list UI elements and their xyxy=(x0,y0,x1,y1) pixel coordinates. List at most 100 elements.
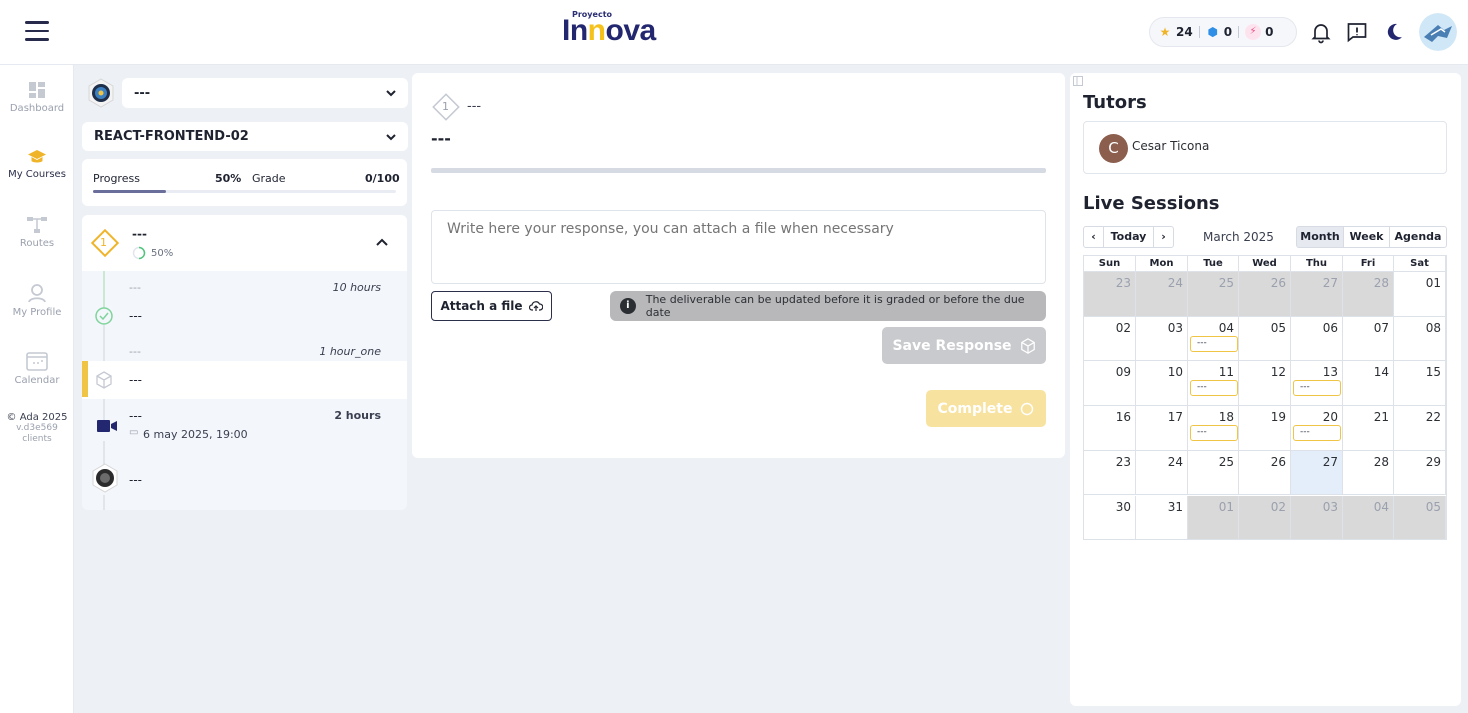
menu-icon[interactable] xyxy=(25,21,49,41)
calendar-day-cell[interactable]: 18 --- xyxy=(1188,406,1239,451)
calendar-day-cell[interactable]: 29 xyxy=(1394,450,1446,496)
calendar-day-cell[interactable]: 03 xyxy=(1136,316,1188,362)
sidebar-item-calendar[interactable]: Calendar xyxy=(0,351,74,386)
calendar-day-cell[interactable]: 04 xyxy=(1343,495,1394,541)
calendar-day-number: 16 xyxy=(1115,410,1131,425)
next-month-button[interactable]: › xyxy=(1153,226,1174,248)
calendar-day-cell[interactable]: 12 xyxy=(1239,361,1291,407)
calendar-day-cell[interactable]: 27 xyxy=(1291,450,1343,496)
calendar-day-cell[interactable]: 28 xyxy=(1343,450,1394,496)
today-button[interactable]: Today xyxy=(1103,226,1154,248)
calendar-day-cell[interactable]: 02 xyxy=(1084,316,1136,362)
list-item[interactable]: --- xyxy=(82,455,407,510)
course-select[interactable]: REACT-FRONTEND-02 xyxy=(82,122,408,151)
user-stats[interactable]: ★ 24 ⬢ 0 ⚡ 0 xyxy=(1149,17,1297,47)
bell-icon[interactable] xyxy=(1309,20,1333,44)
calendar-day-cell[interactable]: 24 xyxy=(1136,450,1188,496)
calendar-day-cell[interactable]: 05 xyxy=(1239,316,1291,362)
weekday-header: Thu xyxy=(1291,256,1343,272)
response-input[interactable] xyxy=(431,210,1046,284)
calendar-day-cell[interactable]: 22 xyxy=(1394,406,1446,451)
sidebar-item-dashboard[interactable]: Dashboard xyxy=(0,81,74,114)
calendar-day-number: 24 xyxy=(1167,276,1183,290)
calendar-day-cell[interactable]: 21 xyxy=(1343,406,1394,451)
calendar-day-cell[interactable]: 31 xyxy=(1136,495,1188,541)
calendar-day-number: 26 xyxy=(1270,454,1286,469)
calendar-day-cell[interactable]: 25 xyxy=(1188,272,1239,317)
calendar-day-cell[interactable]: 06 xyxy=(1291,316,1343,362)
dark-mode-icon[interactable] xyxy=(1382,20,1406,44)
view-month-button[interactable]: Month xyxy=(1296,226,1344,248)
dashboard-icon xyxy=(29,82,45,98)
calendar-day-cell[interactable]: 07 xyxy=(1343,316,1394,362)
energy-icon: ⚡ xyxy=(1245,24,1262,40)
attach-file-button[interactable]: Attach a file xyxy=(431,291,552,321)
calendar-day-number: 06 xyxy=(1322,320,1338,335)
weekday-header: Sat xyxy=(1394,256,1446,272)
calendar-day-cell[interactable]: 27 xyxy=(1291,272,1343,317)
calendar-day-cell[interactable]: 17 xyxy=(1136,406,1188,451)
group-select[interactable]: --- xyxy=(122,78,408,108)
calendar-event[interactable]: --- xyxy=(1190,425,1238,442)
info-banner: i The deliverable can be updated before … xyxy=(610,291,1046,321)
list-item[interactable]: --- 1 hour_one --- xyxy=(82,335,407,399)
tutor-card[interactable]: C Cesar Ticona xyxy=(1083,121,1447,174)
view-agenda-button[interactable]: Agenda xyxy=(1389,226,1447,248)
view-week-button[interactable]: Week xyxy=(1343,226,1390,248)
feedback-icon[interactable] xyxy=(1345,20,1369,44)
weekday-header: Mon xyxy=(1136,256,1188,272)
calendar-day-cell[interactable]: 08 xyxy=(1394,316,1446,362)
calendar-day-number: 21 xyxy=(1373,410,1389,425)
avatar[interactable] xyxy=(1419,13,1457,51)
calendar-day-cell[interactable]: 01 xyxy=(1394,272,1446,317)
module-percent: 50% xyxy=(151,248,174,259)
calendar-day-cell[interactable]: 04 --- xyxy=(1188,316,1239,362)
calendar-day-cell[interactable]: 26 xyxy=(1239,272,1291,317)
calendar-day-cell[interactable]: 01 xyxy=(1188,495,1239,541)
calendar-day-cell[interactable]: 11 --- xyxy=(1188,361,1239,407)
calendar-day-cell[interactable]: 02 xyxy=(1239,495,1291,541)
save-response-button[interactable]: Save Response xyxy=(882,327,1046,364)
chevron-up-icon[interactable] xyxy=(376,238,388,246)
list-item[interactable]: --- 10 hours --- xyxy=(82,271,407,335)
progress-ring-icon xyxy=(132,246,146,260)
calendar-day-cell[interactable]: 16 xyxy=(1084,406,1136,451)
calendar-day-cell[interactable]: 09 xyxy=(1084,361,1136,407)
calendar-event[interactable]: --- xyxy=(1293,425,1341,442)
calendar-day-cell[interactable]: 05 xyxy=(1394,495,1446,541)
prev-month-button[interactable]: ‹ xyxy=(1083,226,1104,248)
calendar-day-number: 12 xyxy=(1270,365,1286,380)
calendar-day-number: 25 xyxy=(1218,276,1234,290)
calendar-toolbar: ‹ Today › March 2025 Month Week Agenda xyxy=(1083,226,1447,248)
calendar-day-cell[interactable]: 14 xyxy=(1343,361,1394,407)
cube-icon xyxy=(1020,337,1035,354)
calendar-day-number: 11 xyxy=(1218,365,1234,380)
calendar-day-cell[interactable]: 10 xyxy=(1136,361,1188,407)
module-header[interactable]: 1 --- 50% xyxy=(82,215,407,271)
calendar-event[interactable]: --- xyxy=(1190,380,1238,397)
sidebar-item-my-profile[interactable]: My Profile xyxy=(0,283,74,318)
calendar-day-cell[interactable]: 24 xyxy=(1136,272,1188,317)
top-header: Proyecto Innova ★ 24 ⬢ 0 ⚡ 0 xyxy=(0,0,1468,65)
video-camera-icon xyxy=(97,420,117,432)
complete-button[interactable]: Complete xyxy=(926,390,1046,427)
collapse-panel-icon[interactable] xyxy=(1073,76,1083,86)
calendar-day-cell[interactable]: 15 xyxy=(1394,361,1446,407)
calendar-day-cell[interactable]: 26 xyxy=(1239,450,1291,496)
calendar-day-cell[interactable]: 20 --- xyxy=(1291,406,1343,451)
session-date: 6 may 2025, 19:00 xyxy=(143,428,248,441)
sidebar-item-routes[interactable]: Routes xyxy=(0,216,74,249)
calendar-day-cell[interactable]: 03 xyxy=(1291,495,1343,541)
calendar-event[interactable]: --- xyxy=(1293,380,1341,397)
calendar-day-cell[interactable]: 23 xyxy=(1084,272,1136,317)
calendar-day-cell[interactable]: 19 xyxy=(1239,406,1291,451)
calendar-day-cell[interactable]: 25 xyxy=(1188,450,1239,496)
calendar-event[interactable]: --- xyxy=(1190,335,1238,352)
app-logo[interactable]: Proyecto Innova xyxy=(562,10,656,46)
calendar-day-cell[interactable]: 30 xyxy=(1084,495,1136,541)
list-item[interactable]: --- 2 hours ▭ 6 may 2025, 19:00 xyxy=(82,399,407,455)
calendar-day-cell[interactable]: 13 --- xyxy=(1291,361,1343,407)
calendar-day-cell[interactable]: 28 xyxy=(1343,272,1394,317)
calendar-day-cell[interactable]: 23 xyxy=(1084,450,1136,496)
sidebar-item-my-courses[interactable]: My Courses xyxy=(0,149,74,180)
